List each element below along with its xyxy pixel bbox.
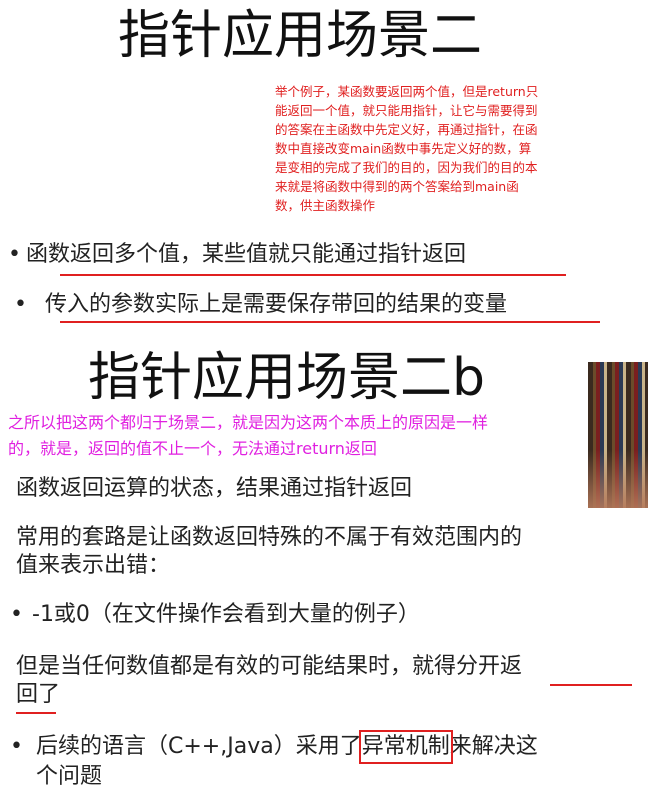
slide1-annotation: 举个例子，某函数要返回两个值，但是return只 能返回一个值，就只能用指针，让… — [275, 84, 539, 213]
slide1-underline-1 — [60, 274, 566, 276]
slide2-annotation: 之所以把这两个都归于场景二，就是因为这两个本质上的原因是一样 的，就是，返回的值… — [8, 413, 489, 458]
slide2-bullet2-line1: 后续的语言（C++,Java）采用了异常机制 来解决这 — [36, 730, 538, 764]
slide2-bullet2-line2: 个问题 — [36, 764, 103, 789]
slide2-bullet2-mark: • — [10, 734, 23, 759]
slide1-bullet1-text: 函数返回多个值，某些值就只能通过指针返回 — [26, 242, 467, 267]
slide1-bullet2-mark: • — [14, 292, 27, 317]
slide2-line3b: 回了 — [16, 682, 61, 707]
slide2-line2a: 常用的套路是让函数返回特殊的不属于有效范围内的 — [16, 525, 523, 550]
slide1-underline-2 — [60, 321, 600, 323]
slide1-bullet2-text: 传入的参数实际上是需要保存带回的结果的变量 — [45, 292, 508, 317]
slide2-bullet1-mark: • — [10, 602, 23, 627]
slide2-bullet1-text: -1或0（在文件操作会看到大量的例子） — [32, 602, 420, 627]
slide2-title: 指针应用场景二b — [88, 348, 486, 408]
slide2-underline-2 — [16, 712, 56, 714]
slide2-bullet2-post: 来解决这 — [449, 734, 538, 759]
slide2-red-box — [358, 730, 453, 764]
slide2-underline-1 — [550, 684, 632, 686]
slide2-bullet2-pre: 后续的语言（C++,Java）采用了 — [36, 734, 362, 759]
slide1-bullet1-mark: • — [8, 242, 21, 267]
slide2-line2b: 值来表示出错： — [16, 553, 171, 578]
slide1-title: 指针应用场景二 — [118, 6, 483, 66]
slide2-line3a: 但是当任何数值都是有效的可能结果时，就得分开返 — [16, 654, 523, 679]
highlight-exception-mechanism: 异常机制 — [358, 730, 453, 764]
slide2-line1: 函数返回运算的状态，结果通过指针返回 — [16, 476, 413, 501]
